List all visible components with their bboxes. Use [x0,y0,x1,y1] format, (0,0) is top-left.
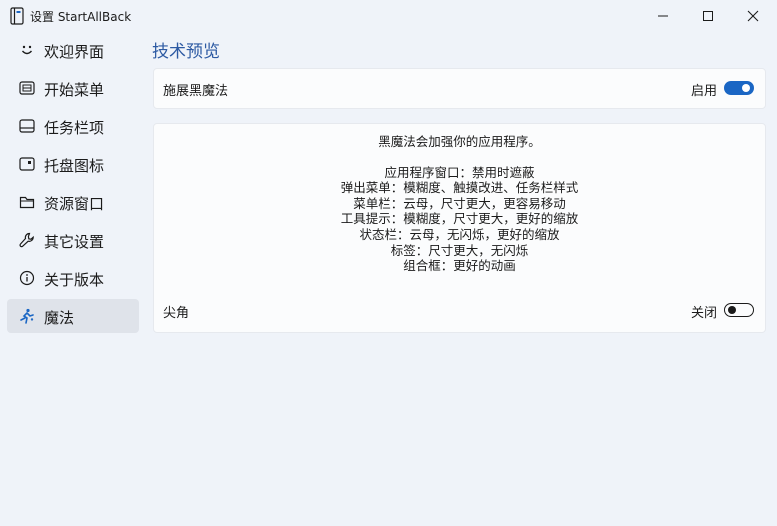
smile-icon [19,42,35,58]
sidebar-item-explorer[interactable]: 资源窗口 [7,185,139,219]
description-card: 黑魔法会加强你的应用程序。 应用程序窗口：禁用时遮蔽 弹出菜单：模糊度、触摸改进… [153,123,766,333]
sidebar-item-label: 资源窗口 [44,195,105,213]
page-title: 技术预览 [152,42,220,62]
description-line: 工具提示：模糊度，尺寸更大，更好的缩放 [340,211,579,227]
magic-toggle-label: 施展黑魔法 [163,84,229,99]
description-line: 组合框：更好的动画 [403,258,516,274]
close-icon [747,10,759,22]
minimize-button[interactable] [640,0,686,32]
title-bar: 设置 StartAllBack [0,0,777,32]
sidebar-item-other-settings[interactable]: 其它设置 [7,223,139,257]
sidebar-nav: 欢迎界面 开始菜单 任务栏项 托盘图标 资源窗口 其它设置 关于版本 魔法 [7,33,139,337]
sidebar-item-label: 任务栏项 [44,119,105,137]
sidebar-item-label: 关于版本 [44,271,105,289]
maximize-icon [703,11,713,21]
sidebar-item-welcome[interactable]: 欢迎界面 [7,33,139,67]
sidebar-item-label: 开始菜单 [44,81,105,99]
sidebar-item-label: 托盘图标 [44,157,105,175]
sidebar-item-taskbar[interactable]: 任务栏项 [7,109,139,143]
sidebar-item-tray[interactable]: 托盘图标 [7,147,139,181]
magic-runner-icon [19,308,35,324]
sidebar-item-start-menu[interactable]: 开始菜单 [7,71,139,105]
description-line: 弹出菜单：模糊度、触摸改进、任务栏样式 [340,180,579,196]
close-button[interactable] [730,0,776,32]
description-line: 菜单栏：云母，尺寸更大，更容易移动 [353,195,566,211]
window-title: 设置 StartAllBack [30,10,132,24]
taskbar-icon [19,118,35,134]
sidebar-item-about[interactable]: 关于版本 [7,261,139,295]
sharp-corners-toggle-switch[interactable] [724,303,754,317]
sharp-corners-state: 关闭 [691,306,718,321]
sidebar-item-magic[interactable]: 魔法 [7,299,139,333]
sharp-corners-label: 尖角 [163,306,190,321]
info-icon [19,270,35,286]
magic-toggle-switch[interactable] [724,81,754,95]
sidebar-item-label: 欢迎界面 [44,43,105,61]
minimize-icon [658,15,668,17]
start-menu-icon [19,80,35,96]
folder-icon [19,194,35,210]
maximize-button[interactable] [685,0,731,32]
wrench-icon [19,232,35,248]
app-book-icon [10,7,24,25]
toggle-knob [728,306,736,314]
sidebar-item-label: 其它设置 [44,233,105,251]
magic-toggle-card: 施展黑魔法 启用 [153,68,766,109]
tray-icon [19,156,35,172]
toggle-knob [742,84,750,92]
sidebar-item-label: 魔法 [44,309,75,327]
description-line: 应用程序窗口：禁用时遮蔽 [384,164,535,180]
description-text: 黑魔法会加强你的应用程序。 应用程序窗口：禁用时遮蔽 弹出菜单：模糊度、触摸改进… [154,134,765,274]
description-intro: 黑魔法会加强你的应用程序。 [378,134,541,149]
magic-toggle-state: 启用 [691,84,718,99]
description-line: 状态栏：云母，无闪烁，更好的缩放 [359,226,560,242]
description-line: 标签：尺寸更大，无闪烁 [390,242,529,258]
